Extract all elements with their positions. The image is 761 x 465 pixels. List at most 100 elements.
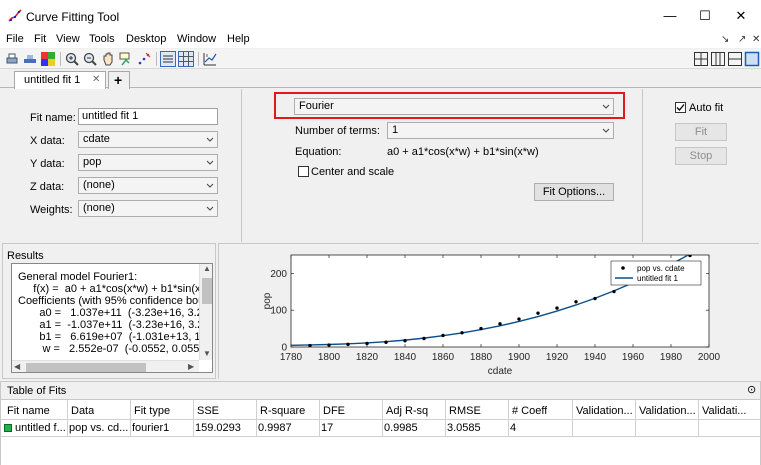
panel-divider [642,89,643,242]
column-header[interactable]: Validati... [702,405,757,417]
stop-button[interactable]: Stop [675,147,727,165]
layout-grid-icon[interactable] [693,51,709,67]
data-point [498,322,502,326]
minimize-button[interactable]: — [662,8,678,24]
legend-point-marker [621,266,625,270]
collapse-panel-icon[interactable]: ⊙ [747,383,756,396]
layout-single-icon[interactable] [744,51,760,67]
vertical-scrollbar[interactable]: ▲ ▼ [199,264,212,360]
grid-icon[interactable] [178,51,194,67]
window-title: Curve Fitting Tool [26,10,120,24]
x-axis-label: cdate [488,366,513,377]
residuals-icon[interactable] [202,51,218,67]
center-and-scale-checkbox[interactable] [298,166,309,177]
column-header[interactable]: Adj R-sq [386,405,428,417]
horizontal-scroll-thumb[interactable] [26,363,146,372]
chevron-down-icon [206,183,214,188]
table-cell: 0.9985 [384,422,418,434]
data-point [441,333,445,338]
scroll-down-icon[interactable]: ▼ [203,349,211,358]
add-tab-button[interactable]: + [108,71,130,89]
legend-icon[interactable] [160,51,176,67]
column-header[interactable]: DFE [323,405,345,417]
weights-label: Weights: [30,204,73,216]
fit-options-button[interactable]: Fit Options... [534,183,614,201]
data-cursor-tip-icon[interactable] [118,51,134,67]
auto-fit-checkbox[interactable] [675,102,686,113]
column-header[interactable]: Fit name [7,405,50,417]
fit-button[interactable]: Fit [675,123,727,141]
data-cursor-icon[interactable] [22,51,38,67]
table-cell: 17 [321,422,334,434]
data-point [555,306,559,310]
scroll-up-icon[interactable]: ▲ [203,264,211,273]
column-header[interactable]: Validation... [576,405,636,417]
scroll-left-icon[interactable]: ◀ [14,362,20,371]
z-data-value: (none) [83,179,115,191]
undock-arrow-icon[interactable]: ↗ [738,34,746,45]
data-point [479,326,483,331]
scroll-right-icon[interactable]: ▶ [188,362,194,371]
zoom-out-icon[interactable] [82,51,98,67]
print-icon[interactable] [4,51,20,67]
colormap-icon[interactable] [40,51,56,67]
tab-untitled-fit-1[interactable]: untitled fit 1 ✕ [14,71,106,89]
exclude-icon[interactable] [136,51,152,67]
menu-tools[interactable]: Tools [89,33,115,45]
fit-type-select[interactable]: Fourier [294,98,614,115]
close-tab-icon[interactable]: ✕ [752,34,760,45]
title-bar: Curve Fitting Tool — ☐ ✕ [0,0,761,32]
results-line: Coefficients (with 95% confidence bounds… [18,295,213,307]
z-data-select[interactable]: (none) [78,177,218,194]
table-row[interactable]: untitled f... pop vs. cd... fourier1 159… [1,420,760,437]
menu-window[interactable]: Window [177,33,216,45]
fit-name-label: Fit name: [30,112,76,124]
maximize-button[interactable]: ☐ [697,8,713,24]
menu-view[interactable]: View [56,33,80,45]
z-data-label: Z data: [30,181,65,193]
fit-type-value: Fourier [299,100,334,112]
menu-fit[interactable]: Fit [34,33,46,45]
pan-icon[interactable] [100,51,116,67]
weights-select[interactable]: (none) [78,200,218,217]
layout-rows-icon[interactable] [727,51,743,67]
y-data-select[interactable]: pop [78,154,218,171]
column-header[interactable]: Validation... [639,405,699,417]
data-point [460,331,464,335]
plus-icon: + [114,72,123,88]
results-line: a1 = -1.037e+11 (-3.23e+16, 3.23e+16) [39,319,212,331]
menu-help[interactable]: Help [227,33,250,45]
data-point [365,341,369,346]
results-text-box[interactable]: General model Fourier1: f(x) = a0 + a1*c… [11,263,213,373]
tab-label: untitled fit 1 [24,74,81,86]
layout-columns-icon[interactable] [710,51,726,67]
x-tick-label: 1860 [432,352,455,363]
x-tick-label: 1800 [318,352,341,363]
column-header[interactable]: Data [71,405,94,417]
tab-close-icon[interactable]: ✕ [92,74,100,85]
column-header[interactable]: # Coeff [512,405,547,417]
close-window-button[interactable]: ✕ [733,8,749,24]
fit-name-input[interactable]: untitled fit 1 [78,108,218,125]
vertical-scroll-thumb[interactable] [202,278,212,304]
menu-desktop[interactable]: Desktop [126,33,166,45]
menu-file[interactable]: File [6,33,24,45]
y-data-label: Y data: [30,158,65,170]
data-point [612,289,616,294]
data-point [536,311,540,315]
fit-plot[interactable]: 1780 1800 1820 1840 1860 1880 1900 1920 1940 1960… [219,244,760,380]
y-tick-label: 0 [281,343,287,354]
horizontal-scrollbar[interactable]: ◀ ▶ [12,360,199,372]
chevron-down-icon [206,206,214,211]
dock-arrow-icon[interactable]: ↘ [721,34,729,45]
column-header[interactable]: RMSE [449,405,481,417]
column-header[interactable]: SSE [197,405,219,417]
column-header[interactable]: Fit type [134,405,170,417]
zoom-in-icon[interactable] [64,51,80,67]
number-of-terms-select[interactable]: 1 [387,122,614,139]
x-data-select[interactable]: cdate [78,131,218,148]
chevron-down-icon [206,160,214,165]
data-point [346,342,350,347]
table-cell: pop vs. cd... [69,422,129,434]
column-header[interactable]: R-square [260,405,305,417]
